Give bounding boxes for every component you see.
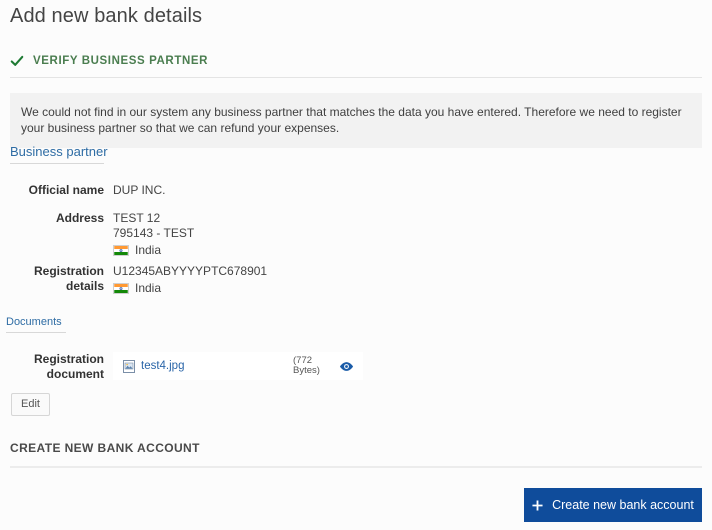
registration-country-label: India — [135, 281, 162, 295]
flag-india-icon — [113, 245, 129, 256]
field-row-registration-details: Registration details U12345ABYYYYPTC6789… — [6, 264, 267, 296]
field-label-document-line-2: document — [46, 367, 104, 381]
tab-documents[interactable]: Documents — [6, 316, 66, 333]
document-file-name: test4.jpg — [141, 360, 185, 372]
field-label-registration-line-1: Registration — [33, 264, 104, 278]
tab-documents-label: Documents — [6, 316, 62, 328]
address-line-2: 795143 - TEST — [113, 226, 195, 240]
field-label-official-name: Official name — [28, 183, 104, 197]
plus-icon — [532, 499, 543, 511]
field-value-address: TEST 12 795143 - TEST India — [113, 211, 194, 258]
step-divider — [10, 77, 702, 78]
document-file-size-line-2: Bytes) — [293, 365, 320, 376]
document-file-size: (772 Bytes) — [293, 356, 327, 376]
registration-number: U12345ABYYYYPTC678901 — [113, 264, 268, 278]
image-file-icon — [123, 359, 135, 373]
tab-business-partner-label: Business partner — [10, 144, 108, 159]
check-icon — [10, 54, 24, 68]
page-root: Add new bank details VERIFY BUSINESS PAR… — [0, 0, 712, 530]
field-row-official-name: Official name DUP INC. — [6, 183, 166, 198]
info-banner: We could not find in our system any busi… — [10, 93, 702, 148]
field-value-official-name: DUP INC. — [113, 183, 166, 197]
eye-icon[interactable] — [327, 361, 354, 372]
field-label-registration-document: Registration document — [6, 352, 113, 382]
tab-underline — [6, 332, 66, 333]
edit-button[interactable]: Edit — [11, 393, 50, 416]
field-label-document-line-1: Registration — [33, 352, 104, 366]
tab-business-partner[interactable]: Business partner — [10, 144, 108, 164]
step-header-verify-business-partner: VERIFY BUSINESS PARTNER — [10, 54, 208, 68]
address-country-label: India — [135, 243, 162, 257]
section-header-create-new-bank-account: CREATE NEW BANK ACCOUNT — [10, 441, 200, 455]
field-row-address: Address TEST 12 795143 - TEST India — [6, 211, 194, 258]
field-label-registration-line-2: details — [65, 279, 104, 293]
field-value-registration-details: U12345ABYYYYPTC678901 India — [113, 264, 267, 296]
field-label-address: Address — [55, 211, 104, 225]
document-file-link[interactable]: test4.jpg — [123, 359, 293, 373]
registration-country: India — [113, 281, 267, 296]
field-row-registration-document: Registration document test4.jpg (772 Byt… — [6, 352, 363, 382]
section-divider — [10, 466, 702, 468]
field-label-registration-details: Registration details — [6, 264, 113, 294]
document-field: test4.jpg (772 Bytes) — [113, 352, 363, 380]
page-title: Add new bank details — [10, 5, 203, 27]
create-new-bank-account-label: Create new bank account — [552, 498, 694, 512]
address-country: India — [113, 243, 194, 258]
create-new-bank-account-button[interactable]: Create new bank account — [524, 488, 702, 522]
address-line-1: TEST 12 — [113, 211, 161, 225]
tab-underline — [10, 163, 104, 164]
step-label: VERIFY BUSINESS PARTNER — [33, 55, 209, 67]
flag-india-icon — [113, 283, 129, 294]
